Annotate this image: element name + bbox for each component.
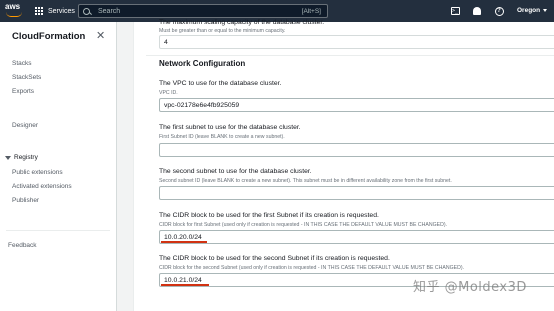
divider bbox=[146, 55, 554, 56]
grid-icon bbox=[35, 6, 44, 16]
vpc-description: VPC ID. bbox=[159, 90, 178, 96]
services-label: Services bbox=[48, 7, 75, 15]
close-icon[interactable]: ✕ bbox=[96, 29, 105, 42]
sidebar-item-publisher[interactable]: Publisher bbox=[12, 197, 39, 204]
cidr2-description: CIDR block for the second Subnet (used o… bbox=[159, 265, 465, 271]
sidebar-item-stacks[interactable]: Stacks bbox=[12, 60, 32, 67]
vpc-field[interactable]: vpc-02178e6e4fb925059 bbox=[159, 98, 554, 112]
cidr1-label: The CIDR block to be used for the first … bbox=[159, 212, 379, 219]
notifications-button[interactable] bbox=[470, 4, 484, 18]
subnet1-label: The first subnet to use for the database… bbox=[159, 124, 301, 131]
sidebar-item-activated-extensions[interactable]: Activated extensions bbox=[12, 183, 72, 190]
sidebar-item-exports[interactable]: Exports bbox=[12, 88, 34, 95]
subnet1-description: First Subnet ID (leave BLANK to create a… bbox=[159, 134, 285, 140]
cidr1-field[interactable]: 10.0.20.0/24 bbox=[159, 230, 554, 244]
subnet2-label: The second subnet to use for the databas… bbox=[159, 168, 312, 175]
region-selector[interactable]: Oregon bbox=[517, 7, 548, 14]
sidebar-divider bbox=[6, 230, 110, 231]
vpc-label: The VPC to use for the database cluster. bbox=[159, 80, 282, 87]
aws-logo-smile-icon bbox=[6, 12, 22, 17]
aws-logo-text: aws bbox=[5, 2, 21, 11]
search-icon bbox=[83, 7, 90, 15]
sidebar-item-feedback[interactable]: Feedback bbox=[8, 242, 37, 249]
sidebar-title: CloudFormation bbox=[12, 31, 86, 42]
cidr2-label: The CIDR block to be used for the second… bbox=[159, 255, 390, 262]
subnet1-field[interactable] bbox=[159, 143, 554, 157]
sidebar: CloudFormation ✕ Stacks StackSets Export… bbox=[0, 22, 117, 311]
parameters-panel: The maximum scaling capacity of the data… bbox=[133, 19, 554, 311]
main-content: The maximum scaling capacity of the data… bbox=[117, 19, 554, 311]
help-button[interactable]: ? bbox=[492, 4, 506, 18]
sidebar-item-designer[interactable]: Designer bbox=[12, 122, 38, 129]
network-configuration-title: Network Configuration bbox=[159, 59, 246, 68]
search-placeholder: Search bbox=[98, 7, 121, 15]
cidr1-highlight-underline bbox=[161, 241, 207, 243]
sidebar-item-stacksets[interactable]: StackSets bbox=[12, 74, 41, 81]
cidr2-highlight-underline bbox=[161, 284, 209, 286]
aws-logo[interactable]: aws bbox=[5, 3, 27, 19]
caret-down-icon bbox=[543, 9, 548, 12]
max-capacity-description: Must be greater than or equal to the min… bbox=[159, 28, 286, 34]
sidebar-item-public-extensions[interactable]: Public extensions bbox=[12, 169, 63, 176]
registry-label: Registry bbox=[14, 154, 38, 161]
cloudshell-icon: >_ bbox=[450, 7, 460, 15]
caret-down-icon bbox=[5, 155, 11, 160]
search-input[interactable]: Search [Alt+S] bbox=[78, 4, 328, 18]
sidebar-section-registry[interactable]: Registry bbox=[5, 154, 38, 161]
search-shortcut: [Alt+S] bbox=[301, 7, 321, 15]
services-menu-button[interactable]: Services bbox=[35, 6, 75, 16]
subnet2-field[interactable] bbox=[159, 186, 554, 200]
help-icon: ? bbox=[494, 6, 504, 16]
max-capacity-field[interactable]: 4 bbox=[159, 35, 554, 49]
max-capacity-label: The maximum scaling capacity of the data… bbox=[159, 19, 325, 26]
cloudshell-button[interactable]: >_ bbox=[448, 4, 462, 18]
bell-icon bbox=[473, 7, 481, 15]
watermark-text: 知乎 @Moldex3D bbox=[413, 280, 527, 295]
subnet2-description: Second subnet ID (leave BLANK to create … bbox=[159, 178, 452, 184]
region-label: Oregon bbox=[517, 7, 541, 14]
cidr1-description: CIDR block for first Subnet (used only i… bbox=[159, 222, 447, 228]
